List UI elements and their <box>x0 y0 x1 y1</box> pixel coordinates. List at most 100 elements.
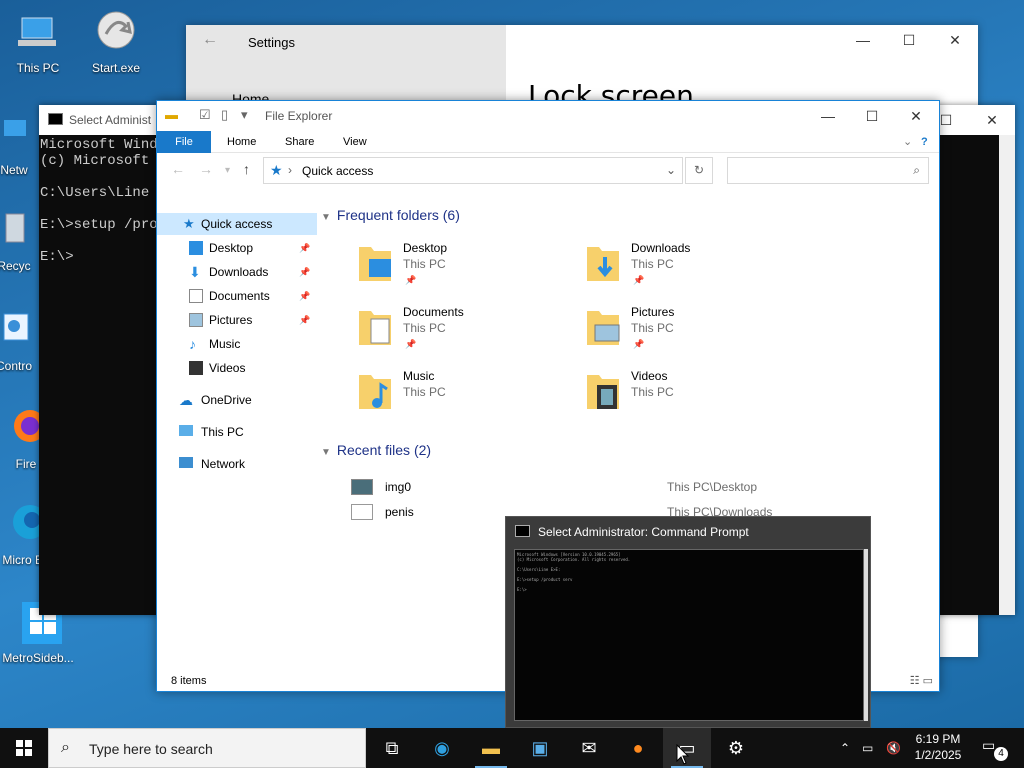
firefox-icon[interactable]: ● <box>614 728 662 768</box>
clock-time: 6:19 PM <box>915 732 961 746</box>
store-icon[interactable]: ▣ <box>516 728 564 768</box>
up-icon[interactable]: ↑ <box>243 161 250 177</box>
pin-icon: 📌 <box>633 275 645 285</box>
new-folder-icon[interactable]: ▯ <box>221 107 228 123</box>
frequent-folders-header[interactable]: ▼ Frequent folders (6) <box>321 207 460 223</box>
tab-home[interactable]: Home <box>213 131 270 153</box>
nav-this-pc[interactable]: This PC <box>157 421 317 443</box>
nav-videos[interactable]: Videos <box>157 357 317 379</box>
maximize-icon[interactable]: ☐ <box>849 101 895 131</box>
maximize-icon[interactable]: ☐ <box>886 25 932 55</box>
scrollbar[interactable] <box>999 135 1015 615</box>
cmd-icon <box>515 525 530 537</box>
chevron-right-icon: › <box>288 163 292 177</box>
taskbar-search-box[interactable]: ⌕ Type here to search <box>48 728 366 768</box>
recycle-bin-icon <box>5 213 25 243</box>
document-icon <box>189 289 203 303</box>
volume-mute-icon[interactable]: 🔇 <box>886 728 901 768</box>
preview-title: Select Administrator: Command Prompt <box>538 525 749 539</box>
address-bar[interactable]: ★ › Quick access ⌄ <box>263 157 683 184</box>
network-icon[interactable]: ▭ <box>862 728 873 768</box>
chevron-down-icon[interactable]: ⌄ <box>666 163 676 177</box>
recent-files-header[interactable]: ▼ Recent files (2) <box>321 442 431 458</box>
edge-icon[interactable]: ◉ <box>418 728 466 768</box>
customize-chevron-icon[interactable]: ▾ <box>241 107 248 123</box>
desktop-icon-this-pc[interactable]: This PC <box>0 8 76 75</box>
settings-title: Settings <box>248 35 295 50</box>
settings-gear-icon[interactable]: ⚙ <box>712 728 760 768</box>
pin-icon: 📌 <box>299 291 311 301</box>
mail-icon[interactable]: ✉ <box>565 728 613 768</box>
tab-view[interactable]: View <box>329 131 381 153</box>
music-folder-icon <box>359 375 391 409</box>
nav-music[interactable]: ♪ Music <box>157 333 317 355</box>
folder-tile[interactable]: Desktop This PC 📌 <box>357 239 577 295</box>
taskbar-thumbnail-preview[interactable]: Select Administrator: Command Prompt Mic… <box>505 516 871 728</box>
pin-icon: 📌 <box>633 339 645 349</box>
address-row: ← → ▾ ↑ ★ › Quick access ⌄ ↻ ⌕ <box>157 153 939 191</box>
nav-onedrive[interactable]: ☁ OneDrive <box>157 389 317 411</box>
desktop-icon-start-exe[interactable]: Start.exe <box>78 8 154 75</box>
explorer-titlebar[interactable]: ▬ ☑ ▯ ▾ File Explorer — ☐ ✕ <box>157 101 939 131</box>
view-toggle-icons[interactable]: ☷ ▭ <box>910 674 933 687</box>
star-icon: ★ <box>183 216 195 231</box>
close-icon[interactable]: ✕ <box>969 105 1015 135</box>
certificate-file-icon <box>351 504 373 520</box>
nav-quick-access[interactable]: ★ Quick access <box>157 213 317 235</box>
start-button[interactable] <box>0 728 48 768</box>
desktop-icon <box>189 241 203 255</box>
refresh-icon[interactable]: ↻ <box>685 157 713 184</box>
nav-documents[interactable]: Documents 📌 <box>157 285 317 307</box>
minimize-icon[interactable]: — <box>840 25 886 55</box>
nav-downloads[interactable]: ⬇ Downloads 📌 <box>157 261 317 283</box>
close-icon[interactable]: ✕ <box>893 101 939 131</box>
status-item-count: 8 items <box>171 675 207 687</box>
pictures-folder-icon <box>587 311 620 345</box>
computer-icon <box>18 17 56 46</box>
back-arrow-icon[interactable]: ← <box>202 31 218 49</box>
scrollbar <box>864 549 868 721</box>
recent-file-row[interactable]: img0 This PC\Desktop <box>351 477 811 499</box>
file-explorer-icon[interactable]: ▬ <box>467 728 515 768</box>
videos-folder-icon <box>587 375 619 409</box>
chevron-down-icon: ▼ <box>321 447 331 458</box>
nav-pictures[interactable]: Pictures 📌 <box>157 309 317 331</box>
search-placeholder: Type here to search <box>89 741 213 757</box>
back-icon[interactable]: ← <box>171 161 185 177</box>
control-panel-icon <box>3 313 29 341</box>
folder-tile[interactable]: Videos This PC <box>585 367 805 423</box>
properties-icon[interactable]: ☑ <box>199 107 211 123</box>
nav-desktop[interactable]: Desktop 📌 <box>157 237 317 259</box>
app-icon <box>97 11 135 49</box>
nav-network[interactable]: Network <box>157 453 317 475</box>
pin-icon: 📌 <box>299 267 311 277</box>
tab-file[interactable]: File <box>157 131 211 153</box>
picture-icon <box>189 313 203 327</box>
cmd-title: Select Administ <box>69 113 152 127</box>
pin-icon: 📌 <box>299 315 311 325</box>
close-icon[interactable]: ✕ <box>932 25 978 55</box>
tab-share[interactable]: Share <box>271 131 328 153</box>
folder-tile[interactable]: Documents This PC 📌 <box>357 303 577 359</box>
chevron-up-icon[interactable]: ⌃ <box>840 728 850 768</box>
computer-icon <box>179 425 193 436</box>
minimize-icon[interactable]: — <box>805 101 851 131</box>
forward-icon[interactable]: → <box>199 161 213 177</box>
recent-locations-icon[interactable]: ▾ <box>225 165 230 176</box>
help-icon[interactable]: ? <box>907 131 939 153</box>
notification-count-badge: 4 <box>994 747 1008 761</box>
notification-center-icon[interactable]: ▭ 4 <box>982 737 1008 761</box>
clock[interactable]: 6:19 PM 1/2/2025 <box>908 731 968 763</box>
task-view-icon[interactable]: ⧉ <box>368 728 416 768</box>
search-input[interactable]: ⌕ <box>727 157 929 184</box>
desktop-folder-icon <box>359 247 391 281</box>
folder-tile[interactable]: Downloads This PC 📌 <box>585 239 805 295</box>
pin-icon: 📌 <box>405 275 417 285</box>
folder-tile[interactable]: Music This PC <box>357 367 577 423</box>
film-icon <box>189 361 203 375</box>
music-note-icon: ♪ <box>189 336 196 352</box>
quick-access-star-icon: ★ <box>270 162 283 178</box>
address-text: Quick access <box>302 164 374 178</box>
folder-tile[interactable]: Pictures This PC 📌 <box>585 303 805 359</box>
download-arrow-icon: ⬇ <box>189 264 201 280</box>
